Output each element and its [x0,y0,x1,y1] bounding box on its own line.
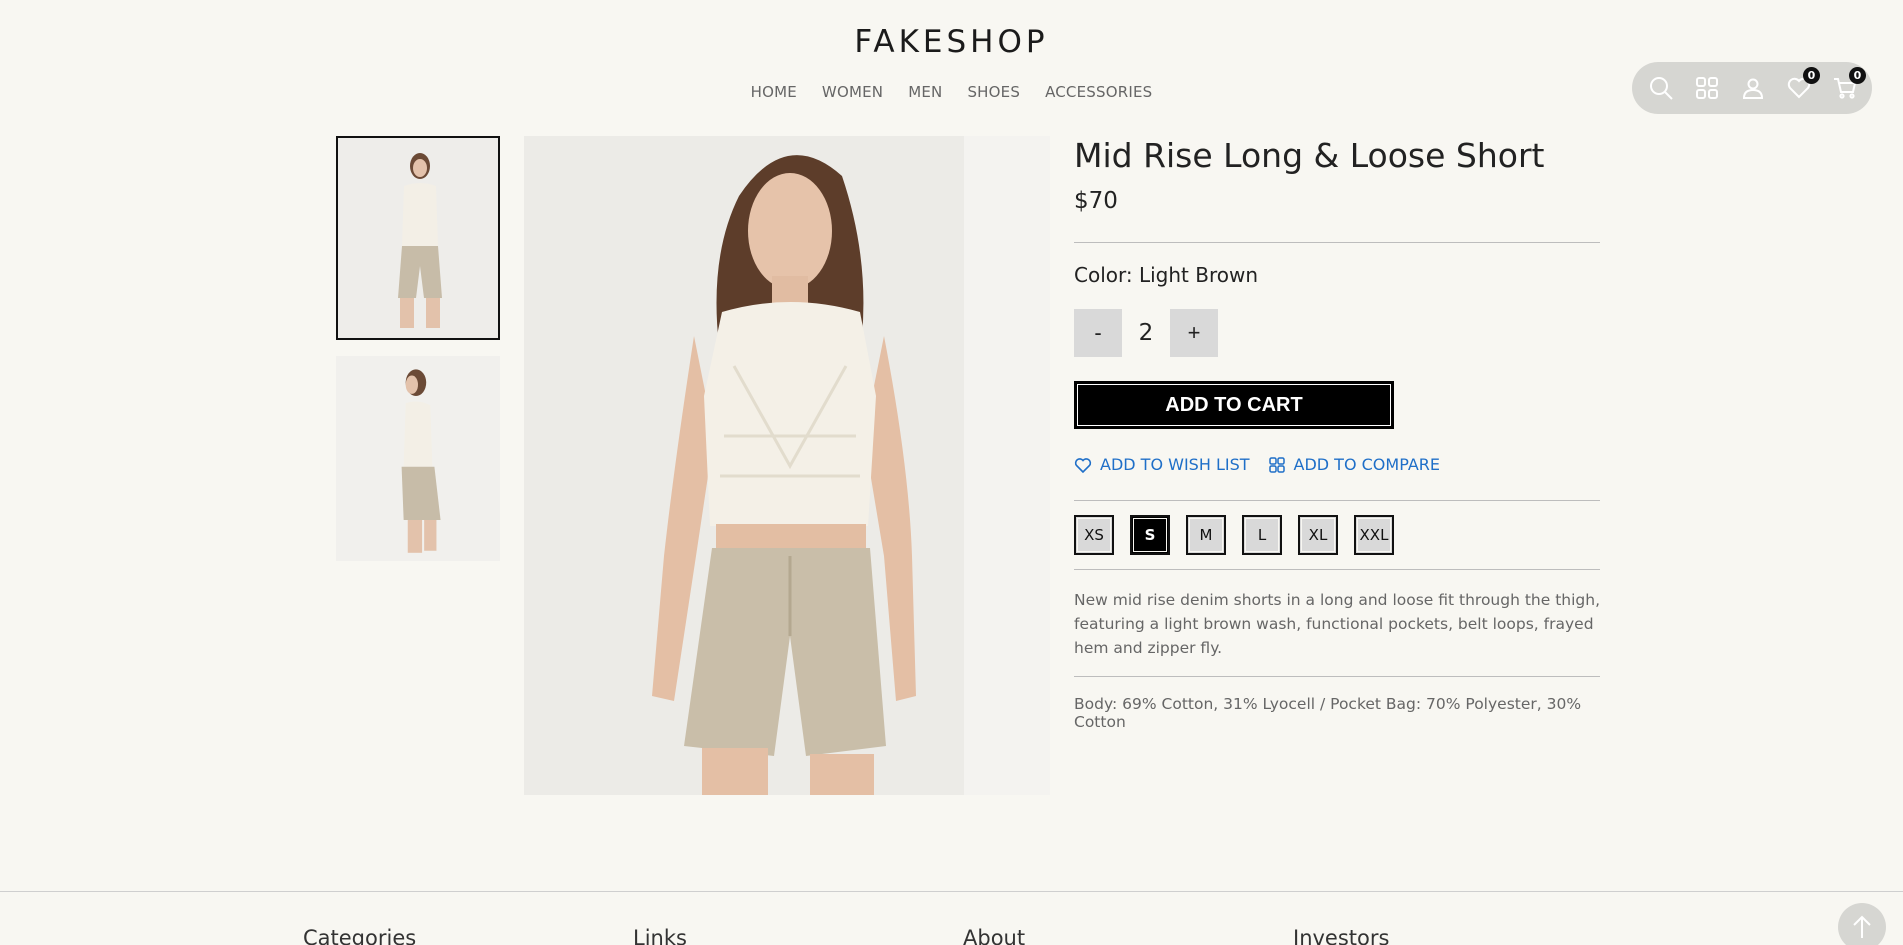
footer: Categories Links About Investors [303,926,1703,945]
add-to-wishlist-link[interactable]: ADD TO WISH LIST [1074,455,1250,474]
heart-icon [1074,457,1092,473]
product-actions: ADD TO WISH LIST ADD TO COMPARE [1074,455,1600,474]
scroll-to-top-button[interactable] [1838,903,1886,945]
footer-heading-categories: Categories [303,926,417,945]
product-thumbnail-front[interactable] [336,136,500,340]
nav-accessories[interactable]: ACCESSORIES [1045,83,1152,101]
divider [1074,676,1600,677]
header-icon-bar: 0 0 [1632,62,1872,114]
footer-heading-about: About [963,926,1026,945]
add-to-compare-label: ADD TO COMPARE [1293,455,1441,474]
compare-grid-icon [1268,456,1285,473]
footer-divider [0,891,1903,892]
wishlist-heart-icon[interactable]: 0 [1786,67,1820,101]
add-to-wishlist-label: ADD TO WISH LIST [1100,455,1250,474]
nav-shoes[interactable]: SHOES [967,83,1020,101]
search-icon[interactable] [1648,75,1674,101]
product-description: New mid rise denim shorts in a long and … [1074,591,1601,657]
size-option-xl[interactable]: XL [1298,515,1338,555]
arrow-up-icon [1853,915,1871,938]
divider [1074,569,1600,570]
nav-men[interactable]: MEN [908,83,942,101]
divider [1074,500,1600,501]
add-to-compare-link[interactable]: ADD TO COMPARE [1268,455,1441,474]
product-info: Mid Rise Long & Loose Short $70 Color: L… [1074,136,1600,731]
color-label: Color: Light Brown [1074,263,1259,287]
footer-heading-links: Links [633,926,687,945]
quantity-value[interactable]: 2 [1122,320,1170,346]
wishlist-count-badge: 0 [1803,67,1820,84]
nav-home[interactable]: HOME [751,83,797,101]
divider [1074,242,1600,243]
size-option-s[interactable]: S [1130,515,1170,555]
product-title: Mid Rise Long & Loose Short [1074,136,1545,175]
size-option-xxl[interactable]: XXL [1354,515,1394,555]
size-option-l[interactable]: L [1242,515,1282,555]
size-option-xs[interactable]: XS [1074,515,1114,555]
add-to-cart-button[interactable]: ADD TO CART [1074,381,1394,429]
cart-icon[interactable]: 0 [1832,67,1866,101]
size-selector: XS S M L XL XXL [1074,515,1600,555]
user-icon[interactable] [1740,75,1766,101]
nav-women[interactable]: WOMEN [822,83,883,101]
product-price: $70 [1074,188,1118,214]
compare-grid-icon[interactable] [1694,75,1720,101]
product-thumbnail-side[interactable] [336,356,500,561]
footer-heading-investors: Investors [1293,926,1390,945]
cart-count-badge: 0 [1849,67,1866,84]
quantity-stepper: - 2 + [1074,309,1600,357]
product-material: Body: 69% Cotton, 31% Lyocell / Pocket B… [1074,695,1582,731]
quantity-increase-button[interactable]: + [1170,309,1218,357]
main-nav: HOME WOMEN MEN SHOES ACCESSORIES [0,83,1903,101]
site-logo[interactable]: FAKESHOP [0,24,1903,60]
quantity-decrease-button[interactable]: - [1074,309,1122,357]
product-main-image [524,136,1050,795]
size-option-m[interactable]: M [1186,515,1226,555]
